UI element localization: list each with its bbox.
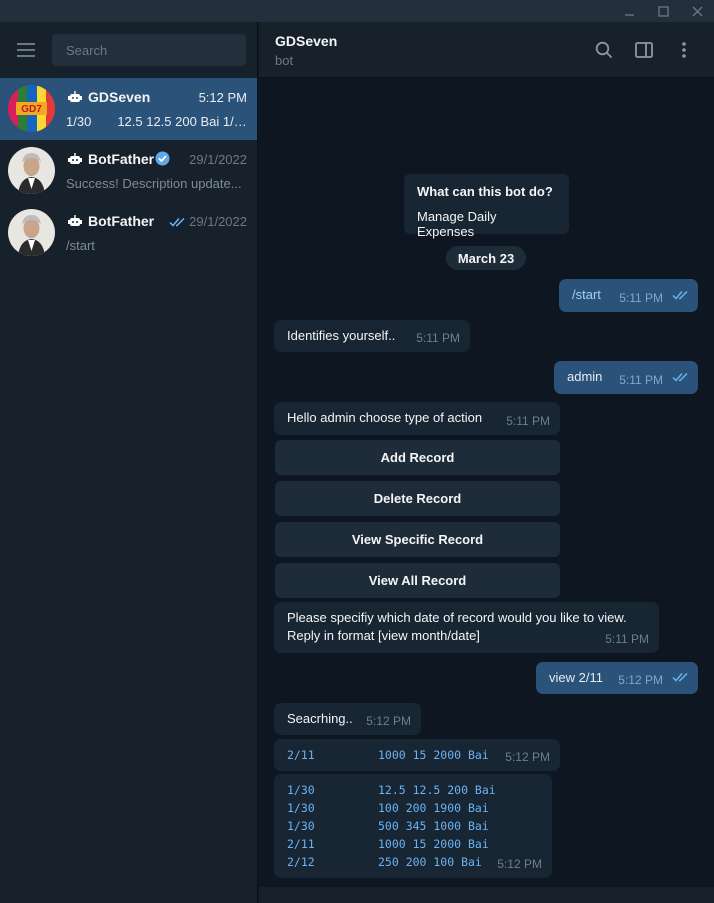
message-compose-bar[interactable]	[259, 887, 714, 903]
message-outgoing[interactable]: view 2/11 5:12 PM	[536, 662, 698, 694]
message-time: 5:11 PM	[605, 632, 649, 646]
chat-subtitle: bot	[275, 53, 294, 68]
message-incoming[interactable]: Please specifiy which date of record wou…	[274, 602, 659, 653]
chat-header: GDSeven bot	[259, 22, 714, 78]
record-date: 2/11	[287, 837, 315, 851]
maximize-icon[interactable]	[646, 0, 680, 22]
hamburger-menu-icon[interactable]	[0, 22, 52, 78]
record-values: 12.5 12.5 200 Bai	[378, 783, 496, 797]
delete-record-button[interactable]: Delete Record	[275, 481, 560, 516]
message-text: Identifies yourself..	[287, 328, 396, 343]
record-row: 1/30 12.5 12.5 200 Bai	[287, 783, 539, 801]
close-icon[interactable]	[680, 0, 714, 22]
record-date: 2/12	[287, 855, 315, 869]
bot-icon	[67, 89, 83, 105]
window-titlebar	[0, 0, 714, 22]
botfather-avatar	[8, 147, 55, 194]
verified-badge-icon	[155, 151, 170, 166]
message-time: 5:12 PM	[497, 857, 542, 871]
record-date: 1/30	[287, 783, 315, 797]
record-values: 1000 15 2000 Bai	[378, 748, 489, 762]
search-input[interactable]: Search	[52, 34, 246, 66]
minimize-icon[interactable]	[612, 0, 646, 22]
botfather-avatar	[8, 209, 55, 256]
read-checks-icon	[672, 289, 690, 304]
chat-panel: GDSeven bot What can this bot do? Manage…	[259, 22, 714, 903]
chat-preview: Success! Description update...	[66, 176, 242, 191]
chat-item-gdseven[interactable]: GD7 GDSeven 5:12 PM 1/30 12.5 12.5 200 Ba…	[0, 78, 257, 140]
message-time: 5:12 PM	[618, 673, 663, 687]
chat-name: BotFather	[88, 213, 155, 229]
message-incoming[interactable]: Identifies yourself.. 5:11 PM	[274, 320, 470, 352]
message-text: admin	[567, 369, 603, 384]
sidebar-top: Search	[0, 22, 257, 78]
record-values: 500 345 1000 Bai	[378, 819, 489, 833]
message-text-line2: Reply in format [view month/date]	[287, 628, 480, 643]
message-text: view 2/11	[549, 670, 603, 685]
chat-name: GDSeven	[88, 89, 151, 105]
add-record-button[interactable]: Add Record	[275, 440, 560, 475]
record-values: 100 200 1900 Bai	[378, 801, 489, 815]
record-row: 1/30 500 345 1000 Bai	[287, 819, 539, 837]
read-checks-icon	[672, 671, 690, 686]
search-placeholder: Search	[66, 42, 108, 58]
read-checks-icon	[169, 215, 187, 231]
view-specific-record-button[interactable]: View Specific Record	[275, 522, 560, 557]
chat-item-botfather-2[interactable]: BotFather 29/1/2022 /start	[0, 202, 257, 264]
chat-time: 29/1/2022	[189, 152, 247, 167]
record-row: 1/30 100 200 1900 Bai	[287, 801, 539, 819]
bot-icon	[67, 151, 83, 167]
record-date: 1/30	[287, 801, 315, 815]
chat-preview-left: 1/30	[66, 114, 92, 129]
bot-info-title: What can this bot do?	[417, 184, 553, 199]
chat-item-botfather-1[interactable]: BotFather 29/1/2022 Success! Description…	[0, 140, 257, 202]
message-incoming[interactable]: 2/11 1000 15 2000 Bai 5:12 PM	[274, 739, 560, 771]
record-values: 1000 15 2000 Bai	[378, 837, 489, 851]
search-icon[interactable]	[584, 30, 624, 70]
message-text: Hello admin choose type of action	[287, 410, 483, 425]
sidebar-toggle-icon[interactable]	[624, 30, 664, 70]
record-date: 1/30	[287, 819, 315, 833]
record-date: 2/11	[287, 748, 315, 762]
message-incoming[interactable]: 1/30 12.5 12.5 200 Bai 1/30 100 200 1900…	[274, 774, 552, 878]
view-all-record-button[interactable]: View All Record	[275, 563, 560, 598]
message-outgoing[interactable]: admin 5:11 PM	[554, 361, 698, 394]
message-incoming[interactable]: Hello admin choose type of action 5:11 P…	[274, 402, 560, 435]
more-vertical-icon[interactable]	[664, 30, 704, 70]
date-separator: March 23	[446, 246, 526, 270]
read-checks-icon	[672, 371, 690, 386]
record-values: 250 200 100 Bai	[378, 855, 482, 869]
gdseven-avatar: GD7	[8, 85, 55, 132]
message-outgoing[interactable]: /start 5:11 PM	[559, 279, 698, 312]
chat-title[interactable]: GDSeven	[275, 33, 337, 49]
chat-list-sidebar: Search GD7 GDSeven 5:12 PM 1/30 12.5 12.5…	[0, 22, 258, 903]
chat-preview-right: 12.5 12.5 200 Bai 1/3...	[117, 114, 248, 129]
message-time: 5:11 PM	[619, 291, 663, 305]
message-time: 5:11 PM	[416, 331, 460, 345]
message-time: 5:11 PM	[506, 414, 550, 428]
chat-preview: 1/30 12.5 12.5 200 Bai 1/3...	[66, 114, 248, 129]
bot-info-card: What can this bot do? Manage Daily Expen…	[404, 174, 569, 239]
message-incoming[interactable]: Seacrhing.. 5:12 PM	[274, 703, 421, 735]
chat-name: BotFather	[88, 151, 155, 167]
message-time: 5:12 PM	[505, 750, 550, 764]
chat-time: 5:12 PM	[198, 90, 247, 105]
svg-text:GD7: GD7	[21, 104, 42, 115]
bot-info-text: Manage Daily Expenses	[417, 209, 497, 239]
bot-icon	[67, 213, 83, 229]
record-row: 2/11 1000 15 2000 Bai	[287, 837, 539, 855]
chat-preview: /start	[66, 238, 95, 253]
message-time: 5:11 PM	[619, 373, 663, 387]
message-text: /start	[572, 287, 601, 302]
chat-time: 29/1/2022	[189, 214, 247, 229]
message-text-line1: Please specifiy which date of record wou…	[287, 610, 627, 625]
message-time: 5:12 PM	[366, 714, 411, 728]
message-text: Seacrhing..	[287, 711, 353, 726]
